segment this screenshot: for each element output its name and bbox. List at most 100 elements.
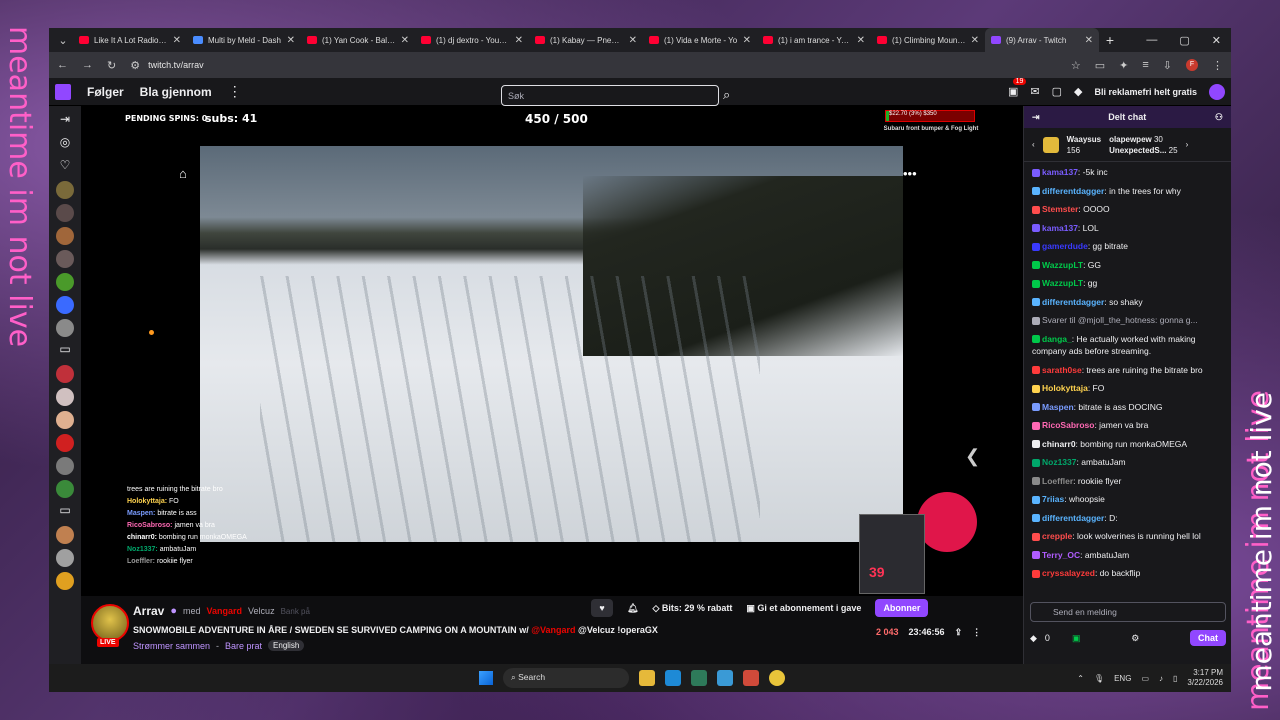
chat-username[interactable]: chinarr0 — [1042, 439, 1076, 449]
bookmark-star-icon[interactable]: ☆ — [1071, 59, 1081, 72]
app-icon[interactable] — [691, 670, 707, 686]
channel-points-icon[interactable]: ◆ — [1030, 633, 1037, 644]
share-icon[interactable]: ⇪ — [955, 627, 963, 638]
inbox-icon[interactable]: ✉ — [1030, 85, 1039, 98]
channel-avatar[interactable] — [56, 296, 74, 314]
chat-username[interactable]: 7riias — [1042, 494, 1064, 504]
chat-message[interactable]: Holokyttaja: FO — [1032, 382, 1225, 395]
browser-tab[interactable]: (1) Vida e Morte - Yo ✕ — [643, 28, 757, 52]
channel-avatar[interactable] — [56, 273, 74, 291]
chat-username[interactable]: WazzupLT — [1042, 260, 1083, 270]
chat-username[interactable]: differentdagger — [1042, 297, 1104, 307]
browser-tab[interactable]: (1) Climbing Mount E ✕ — [871, 28, 985, 52]
chat-username[interactable]: Maspen — [1042, 402, 1074, 412]
chat-message[interactable]: Noz1337: ambatuJam — [1032, 456, 1225, 469]
chat-username[interactable]: crepple — [1042, 531, 1072, 541]
chat-message[interactable]: WazzupLT: gg — [1032, 277, 1225, 290]
tab-close-icon[interactable]: ✕ — [743, 35, 751, 46]
chat-username[interactable]: sarath0se — [1042, 365, 1082, 375]
notification-bell-icon[interactable]: 🔔︎ — [627, 603, 638, 614]
taskbar-search[interactable]: ⌕ Search — [503, 668, 629, 688]
chat-message[interactable]: gamerdude: gg bitrate — [1032, 240, 1225, 253]
volume-icon[interactable]: ♪ — [1159, 674, 1163, 683]
category-link[interactable]: Strømmer sammen — [133, 641, 210, 651]
chat-message[interactable]: Terry_OC: ambatuJam — [1032, 549, 1225, 562]
category2-link[interactable]: Bare prat — [225, 641, 262, 651]
channel-avatar[interactable] — [56, 411, 74, 429]
downloads-icon[interactable]: ⇩ — [1163, 59, 1172, 72]
search-input[interactable]: Søk — [501, 85, 719, 106]
browser-tab[interactable]: (1) i am trance - YouT ✕ — [757, 28, 871, 52]
bits-button[interactable]: ◇ Bits: 29 % rabatt — [652, 603, 732, 614]
chat-username[interactable]: kama137 — [1042, 167, 1078, 177]
edge-icon[interactable] — [665, 670, 681, 686]
browser-tab[interactable]: Multi by Meld - Dash ✕ — [187, 28, 301, 52]
collab-knock[interactable]: Bank på — [281, 607, 310, 616]
url-field[interactable]: twitch.tv/arrav — [148, 60, 204, 70]
user-avatar[interactable] — [1209, 83, 1225, 100]
new-tab-button[interactable]: + — [1099, 32, 1121, 48]
browser-tab[interactable]: Like It A Lot Radio - T ✕ — [73, 28, 187, 52]
chat-message[interactable]: WazzupLT: GG — [1032, 259, 1225, 272]
channel-avatar[interactable] — [56, 388, 74, 406]
settings-gear-icon[interactable]: ⚙ — [1131, 633, 1139, 644]
twitch-logo-icon[interactable] — [55, 83, 71, 100]
tab-close-icon[interactable]: ✕ — [1085, 35, 1093, 46]
chat-message[interactable]: Loeffler: rookiie flyer — [1032, 475, 1225, 488]
chat-username[interactable]: cryssalayzed — [1042, 568, 1095, 578]
chat-username[interactable]: WazzupLT — [1042, 278, 1083, 288]
chat-users-icon[interactable]: ⚇ — [1215, 112, 1223, 123]
following-heart-icon[interactable]: ♡ — [60, 158, 71, 176]
tab-close-icon[interactable]: ✕ — [287, 35, 295, 46]
channel-avatar[interactable] — [56, 204, 74, 222]
stream-video[interactable] — [200, 146, 903, 542]
media-controls-icon[interactable]: ≡ — [1142, 59, 1148, 71]
more-options-icon[interactable]: ⋮ — [972, 627, 981, 638]
chat-message[interactable]: differentdagger: in the trees for why — [1032, 185, 1225, 198]
tab-close-icon[interactable]: ✕ — [971, 35, 979, 46]
video-icon[interactable]: ▭ — [59, 342, 70, 360]
site-info-icon[interactable]: ⚙ — [130, 59, 140, 72]
browser-tab[interactable]: (1) Kabay — Pneuma ✕ — [529, 28, 643, 52]
subscribe-button[interactable]: Abonner — [875, 599, 929, 617]
chat-username[interactable]: RicoSabroso — [1042, 420, 1094, 430]
chevron-right-icon[interactable]: › — [1186, 140, 1189, 149]
search-icon[interactable]: ⌕ — [723, 87, 730, 103]
video-player[interactable]: PENDING SPINS: 0 subs: 41 450 / 500 $22.… — [81, 106, 1023, 596]
chat-message[interactable]: differentdagger: so shaky — [1032, 296, 1225, 309]
video-icon[interactable]: ▭ — [59, 503, 70, 521]
chat-message[interactable]: differentdagger: D: — [1032, 512, 1225, 525]
chat-username[interactable]: Loeffler — [1042, 476, 1073, 486]
chat-username[interactable]: gamerdude — [1042, 241, 1088, 251]
chat-username[interactable]: differentdagger — [1042, 513, 1104, 523]
channel-avatar[interactable] — [56, 434, 74, 452]
maximize-icon[interactable]: ▢ — [1179, 34, 1189, 47]
collab-velcuz[interactable]: Velcuz — [248, 606, 275, 616]
chat-message[interactable]: Svarer til @mjoll_the_hotness: gonna g..… — [1032, 314, 1225, 327]
prime-loot-icon[interactable]: ▣ 19 — [1008, 78, 1027, 98]
ad-free-button[interactable]: Bli reklamefri helt gratis — [1094, 87, 1197, 97]
tab-close-icon[interactable]: ✕ — [857, 35, 865, 46]
channel-avatar[interactable] — [56, 457, 74, 475]
language-indicator[interactable]: ENG — [1114, 674, 1131, 683]
chat-message[interactable]: danga_: He actually worked with making c… — [1032, 333, 1225, 358]
chat-message[interactable]: chinarr0: bombing run monkaOMEGA — [1032, 438, 1225, 451]
channel-name[interactable]: Arrav — [133, 604, 164, 618]
extensions-icon[interactable]: ✦ — [1119, 59, 1128, 72]
channel-avatar-large[interactable] — [91, 604, 129, 642]
back-icon[interactable]: ← — [57, 59, 68, 71]
channel-avatar[interactable] — [56, 319, 74, 337]
menu-icon[interactable]: ⋮ — [1212, 59, 1223, 72]
browser-tab[interactable]: (1) Yan Cook - Balanc ✕ — [301, 28, 415, 52]
network-icon[interactable]: ▭ — [1141, 674, 1149, 683]
chat-message[interactable]: kama137: LOL — [1032, 222, 1225, 235]
language-tag[interactable]: English — [268, 640, 305, 651]
tab-close-icon[interactable]: ✕ — [515, 35, 523, 46]
channel-avatar[interactable] — [56, 480, 74, 498]
channel-avatar[interactable] — [56, 181, 74, 199]
chat-username[interactable]: Stemster — [1042, 204, 1078, 214]
cast-icon[interactable]: ▭ — [1095, 59, 1105, 72]
channel-avatar[interactable] — [56, 227, 74, 245]
app-icon[interactable] — [743, 670, 759, 686]
tab-close-icon[interactable]: ✕ — [629, 35, 637, 46]
